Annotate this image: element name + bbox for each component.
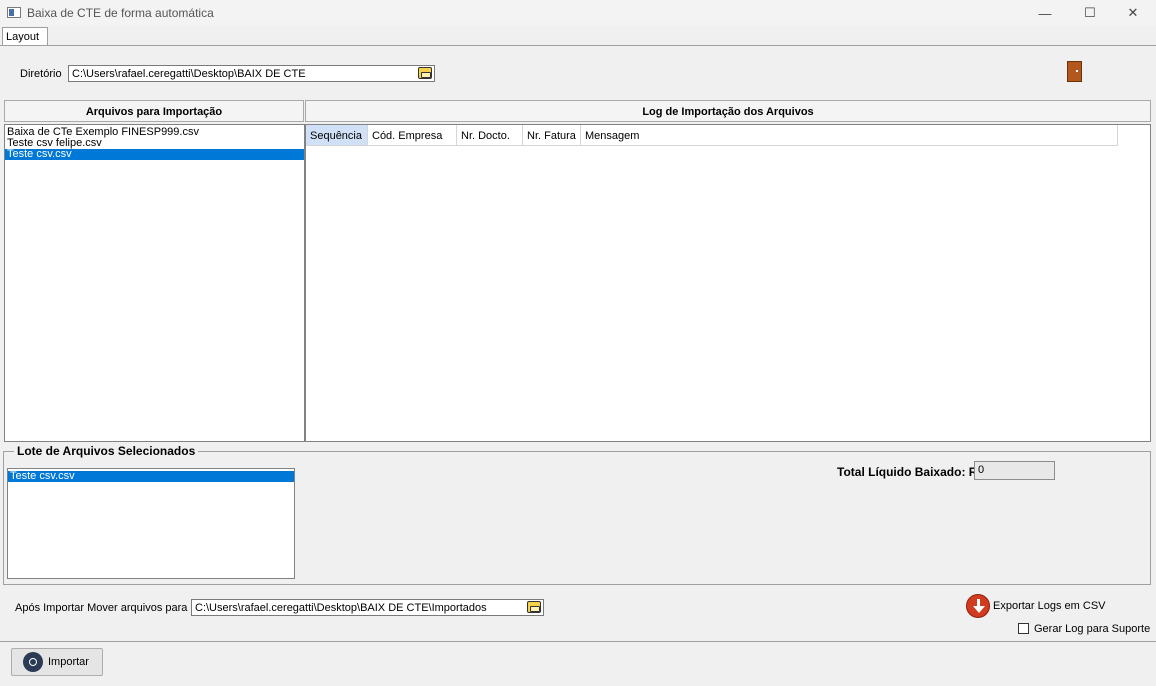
files-panel-header: Arquivos para Importação xyxy=(4,100,304,122)
app-icon xyxy=(7,7,21,18)
log-grid[interactable]: Sequência Cód. Empresa Nr. Docto. Nr. Fa… xyxy=(305,124,1151,442)
files-listbox[interactable]: Baixa de CTe Exemplo FINESP999.csv Teste… xyxy=(4,124,305,442)
directory-label: Diretório xyxy=(20,68,62,80)
bottom-separator xyxy=(0,641,1156,642)
close-button[interactable]: ✕ xyxy=(1110,0,1156,26)
folder-icon[interactable] xyxy=(418,67,432,79)
tab-layout[interactable]: Layout xyxy=(2,27,48,45)
list-item[interactable]: Teste csv.csv xyxy=(5,149,304,160)
move-label: Após Importar Mover arquivos para : xyxy=(15,602,194,614)
list-item[interactable]: Teste csv.csv xyxy=(8,471,294,482)
exit-door-icon[interactable] xyxy=(1067,61,1082,82)
move-destination-field[interactable]: C:\Users\rafael.ceregatti\Desktop\BAIX D… xyxy=(191,599,544,616)
log-grid-header: Sequência Cód. Empresa Nr. Docto. Nr. Fa… xyxy=(306,125,1118,146)
support-log-label[interactable]: Gerar Log para Suporte xyxy=(1034,623,1150,635)
column-nr-fatura[interactable]: Nr. Fatura xyxy=(523,125,581,145)
column-sequencia[interactable]: Sequência xyxy=(306,125,368,145)
directory-field[interactable]: C:\Users\rafael.ceregatti\Desktop\BAIX D… xyxy=(68,65,435,82)
import-button-label: Importar xyxy=(48,656,89,668)
folder-icon[interactable] xyxy=(527,601,541,613)
title-bar: Baixa de CTE de forma automática — ☐ ✕ xyxy=(0,0,1156,26)
minimize-button[interactable]: — xyxy=(1022,0,1068,26)
import-button[interactable]: Importar xyxy=(11,648,103,676)
column-mensagem[interactable]: Mensagem xyxy=(581,125,1117,145)
total-label: Total Líquido Baixado: R$ xyxy=(837,465,985,479)
maximize-button[interactable]: ☐ xyxy=(1067,0,1113,26)
log-panel-header: Log de Importação dos Arquivos xyxy=(305,100,1151,122)
batch-listbox[interactable]: Teste csv.csv xyxy=(7,468,295,579)
column-cod-empresa[interactable]: Cód. Empresa xyxy=(368,125,457,145)
gear-icon xyxy=(23,652,43,672)
download-arrow-icon[interactable] xyxy=(966,594,990,618)
support-log-checkbox[interactable] xyxy=(1018,623,1029,634)
export-logs-link[interactable]: Exportar Logs em CSV xyxy=(993,600,1106,612)
total-value-field[interactable]: 0 xyxy=(974,461,1055,480)
column-nr-docto[interactable]: Nr. Docto. xyxy=(457,125,523,145)
window-title: Baixa de CTE de forma automática xyxy=(27,6,214,20)
batch-group-title: Lote de Arquivos Selecionados xyxy=(14,444,199,458)
tab-strip-line xyxy=(0,45,1156,46)
